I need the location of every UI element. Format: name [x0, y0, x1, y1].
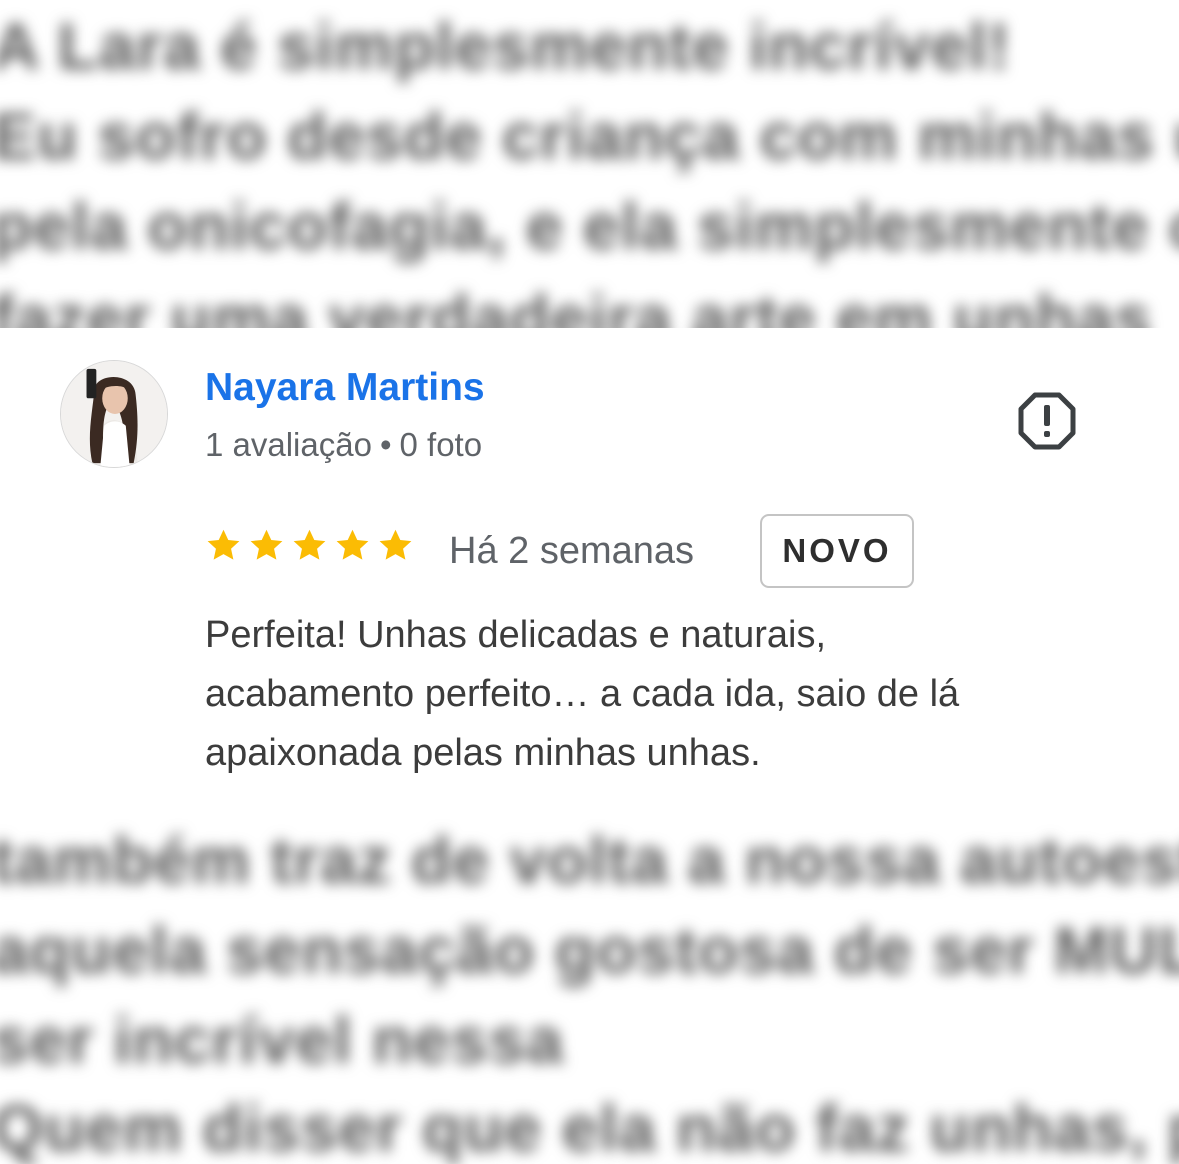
star-icon	[291, 527, 328, 564]
review-time: Há 2 semanas	[449, 530, 695, 572]
avatar[interactable]	[60, 360, 168, 468]
blurred-line: Quem disser que ela não faz unhas, pergu…	[0, 1091, 1179, 1164]
blurred-line: Eu sofro desde criança com minhas unhas	[0, 99, 1179, 173]
blurred-line: pela onicofagia, e ela simplesmente cons…	[0, 189, 1179, 263]
star-icon	[248, 527, 285, 564]
report-flag-icon[interactable]	[1018, 392, 1076, 450]
star-icon	[377, 527, 414, 564]
avatar-photo	[61, 361, 167, 467]
blurred-text-top: A Lara é simplesmente incrível! Eu sofro…	[0, 0, 1179, 328]
new-badge: NOVO	[760, 514, 914, 588]
blurred-line: aquela sensação gostosa de ser MULHER	[0, 913, 1179, 987]
blurred-line: A Lara é simplesmente incrível!	[0, 9, 1011, 83]
star-icon	[205, 527, 242, 564]
reviewer-name[interactable]: Nayara Martins	[205, 364, 485, 412]
photos-count: 0 foto	[399, 426, 483, 463]
reviewer-meta: 1 avaliação • 0 foto	[205, 423, 482, 467]
blurred-line: fazer uma verdadeira arte em unhas	[0, 281, 1153, 328]
blurred-line: ser incrível nessa	[0, 1003, 565, 1077]
star-icon	[334, 527, 371, 564]
reviews-count: 1 avaliação	[205, 426, 372, 463]
blurred-text-bottom: também traz de volta a nossa autoestima …	[0, 812, 1179, 1164]
meta-separator: •	[379, 426, 392, 463]
review-text: Perfeita! Unhas delicadas e naturais, ac…	[205, 614, 960, 774]
blurred-line: também traz de volta a nossa autoestima	[0, 823, 1179, 897]
star-rating	[205, 527, 414, 569]
